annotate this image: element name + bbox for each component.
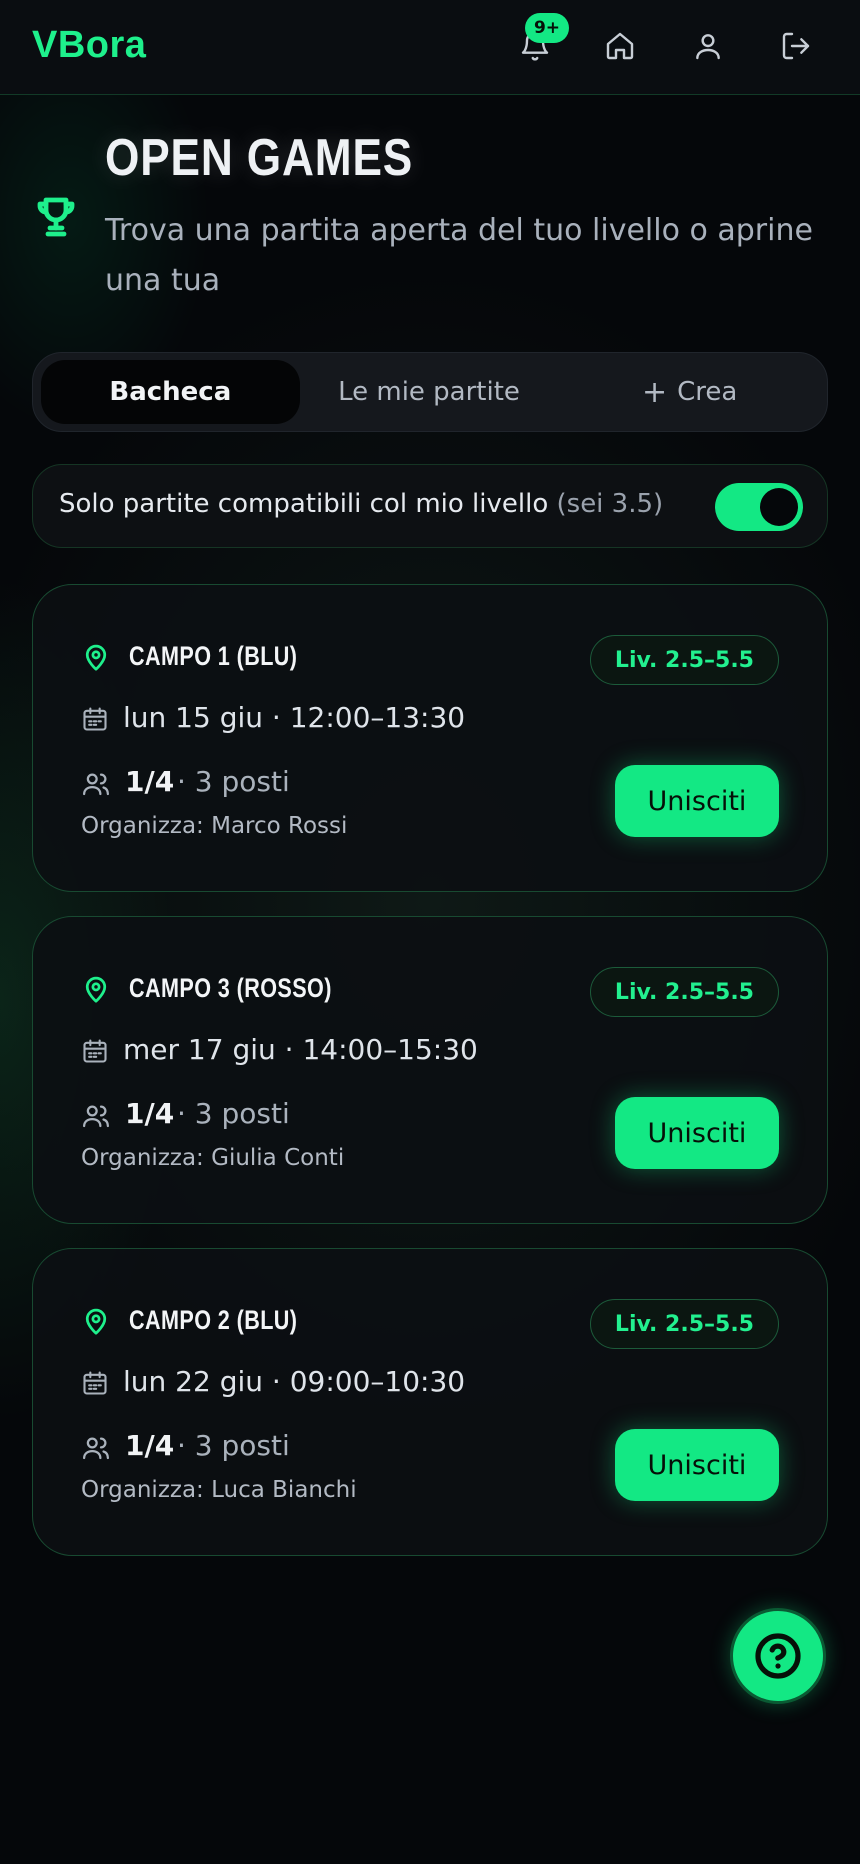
tab-crea[interactable]: + Crea xyxy=(560,360,819,424)
organizer: Organizza: Luca Bianchi xyxy=(81,1477,357,1503)
organizer: Organizza: Marco Rossi xyxy=(81,813,348,839)
user-icon xyxy=(696,34,720,60)
calendar-icon xyxy=(83,1039,107,1063)
date-icon xyxy=(81,1369,109,1397)
page-title: OPEN GAMES xyxy=(105,129,414,187)
open-slots: · 3 posti xyxy=(177,765,290,798)
open-slots: · 3 posti xyxy=(177,1429,290,1462)
map-pin-icon xyxy=(85,976,107,1003)
game-card: CAMPO 1 (BLU) Liv. 2.5–5.5 lun 15 giu · … xyxy=(32,584,828,892)
players-count: 1/4 xyxy=(125,1097,175,1130)
tab-le-mie-partite[interactable]: Le mie partite xyxy=(300,360,559,424)
game-datetime: lun 22 giu · 09:00–10:30 xyxy=(123,1365,466,1398)
toggle-knob xyxy=(760,488,798,526)
top-bar: VBora 9+ xyxy=(0,0,860,95)
location-icon xyxy=(81,975,111,1005)
logout-button[interactable] xyxy=(778,28,814,64)
players-count: 1/4 xyxy=(125,765,175,798)
calendar-icon xyxy=(83,707,107,731)
tab-crea-label: Crea xyxy=(677,377,738,407)
location-icon xyxy=(81,643,111,673)
filter-label: Solo partite compatibili col mio livello… xyxy=(59,489,663,519)
players-count: 1/4 xyxy=(125,1429,175,1462)
notifications-badge: 9+ xyxy=(525,13,569,43)
profile-button[interactable] xyxy=(690,28,726,64)
compatible-level-toggle[interactable] xyxy=(715,483,803,531)
tab-bacheca[interactable]: Bacheca xyxy=(41,360,300,424)
level-badge: Liv. 2.5–5.5 xyxy=(589,967,779,1017)
join-button[interactable]: Unisciti xyxy=(615,1429,779,1501)
date-icon xyxy=(81,1037,109,1065)
page-subtitle: Trova una partita aperta del tuo livello… xyxy=(105,213,813,298)
users-icon xyxy=(83,1105,109,1128)
game-card: CAMPO 3 (ROSSO) Liv. 2.5–5.5 mer 17 giu … xyxy=(32,916,828,1224)
map-pin-icon xyxy=(85,1308,107,1335)
players-icon xyxy=(81,1101,111,1131)
game-datetime: mer 17 giu · 14:00–15:30 xyxy=(123,1033,478,1066)
logout-icon xyxy=(782,32,810,60)
join-button[interactable]: Unisciti xyxy=(615,765,779,837)
filter-label-text: Solo partite compatibili col mio livello xyxy=(59,489,549,519)
level-filter: Solo partite compatibili col mio livello… xyxy=(32,464,828,548)
filter-level-note: (sei 3.5) xyxy=(556,489,664,519)
home-icon xyxy=(606,32,634,60)
location-icon xyxy=(81,1307,111,1337)
court-name: CAMPO 1 (BLU) xyxy=(129,641,298,671)
section-icon xyxy=(32,192,80,240)
open-slots: · 3 posti xyxy=(177,1097,290,1130)
users-icon xyxy=(83,773,109,796)
trophy-icon xyxy=(37,197,75,237)
players-icon xyxy=(81,1433,111,1463)
court-name: CAMPO 3 (ROSSO) xyxy=(129,973,332,1003)
court-name: CAMPO 2 (BLU) xyxy=(129,1305,298,1335)
help-button[interactable] xyxy=(730,1608,826,1704)
home-button[interactable] xyxy=(602,28,638,64)
join-button[interactable]: Unisciti xyxy=(615,1097,779,1169)
organizer: Organizza: Giulia Conti xyxy=(81,1145,345,1171)
level-badge: Liv. 2.5–5.5 xyxy=(589,635,779,685)
tab-bar: Bacheca Le mie partite + Crea xyxy=(32,352,828,432)
calendar-icon xyxy=(83,1371,107,1395)
plus-icon: + xyxy=(642,374,668,410)
players-icon xyxy=(81,769,111,799)
level-badge: Liv. 2.5–5.5 xyxy=(589,1299,779,1349)
users-icon xyxy=(83,1437,109,1460)
map-pin-icon xyxy=(85,644,107,671)
game-card: CAMPO 2 (BLU) Liv. 2.5–5.5 lun 22 giu · … xyxy=(32,1248,828,1556)
app-logo[interactable]: VBora xyxy=(32,24,146,67)
game-datetime: lun 15 giu · 12:00–13:30 xyxy=(123,701,466,734)
date-icon xyxy=(81,705,109,733)
help-circle-icon xyxy=(755,1633,801,1679)
